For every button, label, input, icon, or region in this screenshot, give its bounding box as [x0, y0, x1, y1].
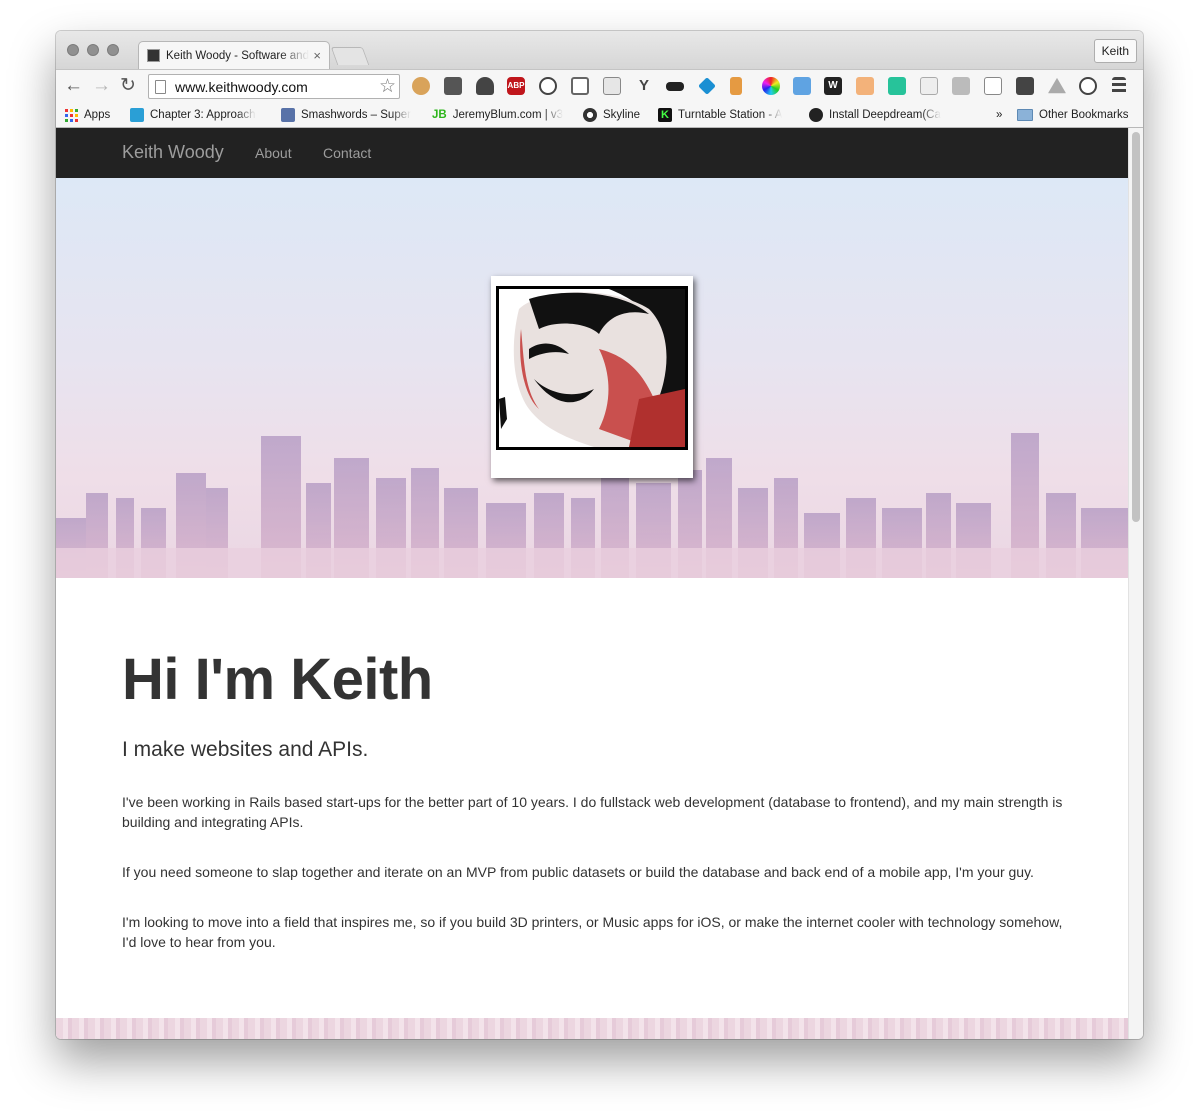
bookmark-label: Apps — [84, 109, 111, 121]
cast-icon[interactable] — [571, 77, 589, 95]
k-icon: K — [658, 108, 672, 122]
address-bar[interactable]: www.keithwoody.com ☆ — [148, 74, 400, 99]
bookmark-deepdream[interactable]: Install Deepdream(Ca — [809, 106, 947, 124]
folder-icon — [1017, 109, 1033, 121]
bookmarks-bar: Apps Chapter 3: Approach Smashwords – Su… — [56, 102, 1143, 128]
other-bookmarks-folder[interactable]: Other Bookmarks — [1017, 106, 1128, 124]
ycombinator-icon[interactable]: Y — [635, 77, 653, 95]
smashwords-icon — [281, 108, 295, 122]
more-bookmarks-button[interactable]: » — [996, 106, 1002, 124]
window-icon[interactable] — [952, 77, 970, 95]
book-icon — [130, 108, 144, 122]
bookmark-label: Install Deepdream(Ca — [829, 109, 941, 121]
face-icon[interactable] — [856, 77, 874, 95]
profile-button[interactable]: Keith — [1093, 39, 1137, 63]
page-scrollbar[interactable] — [1128, 128, 1143, 1039]
page-heading: Hi I'm Keith — [122, 647, 433, 712]
forward-button[interactable]: → — [92, 75, 111, 97]
bookmark-label: Other Bookmarks — [1039, 109, 1129, 121]
site-navbar: Keith Woody About Contact — [56, 128, 1128, 178]
scrollbar-thumb[interactable] — [1132, 132, 1140, 522]
nav-about-link[interactable]: About — [255, 145, 292, 161]
close-window-button[interactable] — [67, 44, 79, 56]
drive-icon[interactable] — [1048, 77, 1066, 94]
blank-icon[interactable] — [920, 77, 938, 95]
w-icon[interactable]: W — [824, 77, 842, 95]
bookmark-label: Chapter 3: Approach — [150, 109, 256, 121]
page-viewport: Keith Woody About Contact Hi I'm Keith I… — [56, 128, 1128, 1039]
disguise-icon[interactable] — [666, 82, 684, 91]
bookmark-apps[interactable]: Apps — [65, 106, 110, 124]
browser-toolbar: ← → ↻ www.keithwoody.com ☆ ABP Y W — [56, 69, 1143, 102]
intro-paragraph: If you need someone to slap together and… — [122, 864, 1034, 880]
tag-icon[interactable] — [730, 77, 742, 95]
bookmark-skyline[interactable]: Skyline — [583, 106, 640, 124]
bookmark-label: JeremyBlum.com | v3 — [452, 109, 564, 121]
browser-window: Keith Woody - Software and × Keith ← → ↻… — [56, 31, 1143, 1039]
nav-contact-link[interactable]: Contact — [323, 145, 371, 161]
tab-strip: Keith Woody - Software and × Keith — [56, 31, 1143, 69]
tab-title: Keith Woody - Software and — [166, 49, 309, 62]
bookmark-label: Turntable Station - A — [678, 109, 783, 121]
screenshot-icon[interactable] — [793, 77, 811, 95]
jb-icon: JB — [432, 109, 447, 121]
site-brand-link[interactable]: Keith Woody — [122, 142, 224, 163]
reload-button[interactable]: ↻ — [120, 75, 136, 97]
pocket-icon[interactable] — [444, 77, 462, 95]
tab-close-icon[interactable]: × — [313, 48, 321, 63]
ghostery-icon[interactable] — [539, 77, 557, 95]
evernote-icon[interactable] — [476, 77, 494, 95]
bot-icon[interactable] — [888, 77, 906, 95]
bookmark-smashwords[interactable]: Smashwords – Super — [281, 106, 415, 124]
bookmark-chapter-3[interactable]: Chapter 3: Approach — [130, 106, 268, 124]
info-icon[interactable] — [1079, 77, 1097, 95]
menu-icon[interactable] — [1112, 77, 1126, 95]
cookie-icon[interactable] — [412, 77, 430, 95]
bookmark-label: Smashwords – Super — [301, 109, 411, 121]
intro-paragraph: I'm looking to move into a field that in… — [122, 914, 1063, 950]
site-favicon-icon — [147, 49, 160, 62]
clipper-icon[interactable] — [603, 77, 621, 95]
hero-banner — [56, 178, 1128, 578]
new-tab-button[interactable] — [330, 47, 370, 65]
page-icon — [155, 79, 166, 94]
tablet-icon[interactable] — [984, 77, 1002, 95]
zoom-window-button[interactable] — [107, 44, 119, 56]
intro-paragraph: I've been working in Rails based start-u… — [122, 794, 1063, 830]
bookmark-star-icon[interactable]: ☆ — [379, 75, 396, 98]
minimize-window-button[interactable] — [87, 44, 99, 56]
github-icon — [809, 108, 823, 122]
footer-skyline-band — [56, 1018, 1128, 1039]
skyline-icon — [583, 108, 597, 122]
bookmark-label: Skyline — [603, 109, 641, 121]
bookmark-turntable-station[interactable]: K Turntable Station - A — [658, 106, 794, 124]
diamond-icon[interactable] — [698, 77, 716, 95]
tab-active[interactable]: Keith Woody - Software and × — [138, 41, 330, 69]
color-wheel-icon[interactable] — [762, 77, 780, 95]
page-lead: I make websites and APIs. — [122, 738, 369, 761]
shield-icon[interactable] — [1016, 77, 1034, 95]
bookmark-jeremyblum[interactable]: JB JeremyBlum.com | v3 — [432, 106, 566, 124]
apps-grid-icon — [65, 108, 78, 122]
url-text[interactable]: www.keithwoody.com — [175, 79, 379, 95]
adblock-plus-icon[interactable]: ABP — [507, 77, 525, 95]
back-button[interactable]: ← — [64, 75, 83, 97]
profile-photo — [496, 286, 688, 450]
profile-photo-frame — [491, 276, 693, 478]
portrait-illustration-icon — [499, 289, 685, 447]
